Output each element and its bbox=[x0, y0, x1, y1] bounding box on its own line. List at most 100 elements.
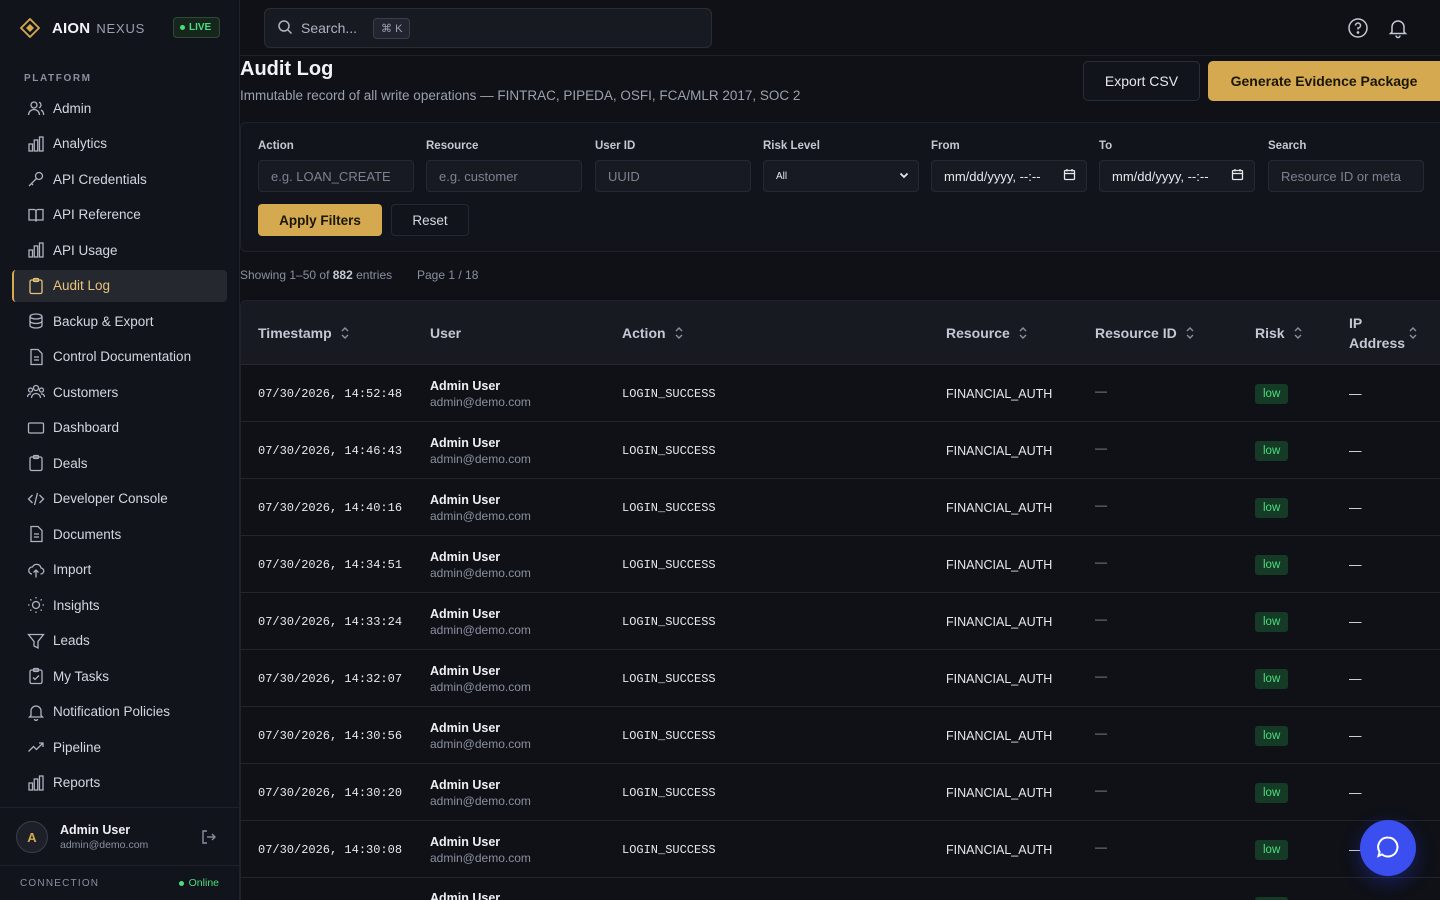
chat-button[interactable] bbox=[1360, 820, 1416, 876]
sidebar-item-insights[interactable]: Insights bbox=[12, 589, 227, 621]
export-csv-button[interactable]: Export CSV bbox=[1083, 61, 1200, 101]
ip-address-cell: — bbox=[1349, 443, 1362, 458]
column-header-timestamp[interactable]: Timestamp bbox=[258, 301, 350, 365]
table-row[interactable]: 07/30/2026, 14:52:48 Admin User admin@demo… bbox=[241, 365, 1440, 422]
column-header-resource[interactable]: Resource bbox=[946, 301, 1028, 365]
from-date-input[interactable]: mm/dd/yyyy, --:-- bbox=[931, 160, 1087, 192]
sidebar-item-import[interactable]: Import bbox=[12, 554, 227, 586]
table-row[interactable]: 07/30/2026, 14:30:56 Admin User admin@demo… bbox=[241, 707, 1440, 764]
timestamp-cell: 07/30/2026, 14:52:48 bbox=[258, 386, 403, 401]
search-filter-input[interactable]: Resource ID or meta bbox=[1268, 160, 1424, 192]
table-row[interactable]: 07/30/2026, 14:33:24 Admin User admin@demo… bbox=[241, 593, 1440, 650]
risk-cell: low bbox=[1255, 707, 1289, 764]
brand-subname: NEXUS bbox=[96, 20, 146, 36]
code-icon bbox=[26, 489, 46, 509]
lightbulb-icon bbox=[26, 595, 46, 615]
action-cell: LOGIN_SUCCESS bbox=[622, 842, 716, 857]
resource-id-cell: — bbox=[1095, 383, 1107, 398]
avatar[interactable]: A bbox=[16, 821, 48, 853]
calendar-icon[interactable] bbox=[1231, 168, 1244, 184]
sidebar-item-api-credentials[interactable]: API Credentials bbox=[12, 163, 227, 195]
column-header-action[interactable]: Action bbox=[622, 301, 684, 365]
sidebar-item-label: Dashboard bbox=[53, 420, 120, 435]
table-row[interactable]: 07/30/2026, 14:34:51 Admin User admin@demo… bbox=[241, 536, 1440, 593]
sidebar-item-leads[interactable]: Leads bbox=[12, 625, 227, 657]
action-cell: LOGIN_SUCCESS bbox=[622, 443, 716, 458]
file-icon bbox=[26, 347, 46, 367]
sidebar-item-documents[interactable]: Documents bbox=[12, 518, 227, 550]
sidebar-item-my-tasks[interactable]: My Tasks bbox=[12, 660, 227, 692]
calendar-icon[interactable] bbox=[1063, 168, 1076, 184]
table-row[interactable]: 07/30/2026, 14:46:43 Admin User admin@demo… bbox=[241, 422, 1440, 479]
sidebar-item-api-usage[interactable]: API Usage bbox=[12, 234, 227, 266]
sidebar-item-api-reference[interactable]: API Reference bbox=[12, 199, 227, 231]
ip-address-cell: — bbox=[1349, 785, 1362, 800]
table-row[interactable]: 07/30/2026, 14:30:08 Admin User admin@demo… bbox=[241, 821, 1440, 878]
help-icon[interactable] bbox=[1347, 17, 1369, 39]
sidebar-section-label: PLATFORM bbox=[24, 73, 92, 84]
sidebar-item-label: Admin bbox=[53, 100, 92, 116]
action-cell: LOGIN_SUCCESS bbox=[622, 671, 716, 686]
sort-icon[interactable] bbox=[1018, 326, 1028, 340]
sort-icon[interactable] bbox=[1185, 326, 1195, 340]
apply-filters-button[interactable]: Apply Filters bbox=[258, 204, 382, 236]
sidebar-item-deals[interactable]: Deals bbox=[12, 447, 227, 479]
risk-badge: low bbox=[1255, 668, 1289, 689]
sidebar-item-developer-console[interactable]: Developer Console bbox=[12, 483, 227, 515]
column-header-ip-address[interactable]: IP Address bbox=[1349, 301, 1418, 365]
user-name: Admin User bbox=[60, 823, 131, 837]
column-header-user[interactable]: User bbox=[430, 301, 461, 365]
column-header-label: Timestamp bbox=[258, 325, 332, 341]
global-search[interactable]: Search... ⌘ K bbox=[264, 8, 712, 48]
resource-cell: FINANCIAL_AUTH bbox=[946, 614, 1053, 629]
resource-cell: FINANCIAL_AUTH bbox=[946, 785, 1053, 800]
sidebar-item-control-documentation[interactable]: Control Documentation bbox=[12, 341, 227, 373]
clipboard-icon bbox=[26, 453, 46, 473]
sidebar-item-analytics[interactable]: Analytics bbox=[12, 128, 227, 160]
ip-address-cell: — bbox=[1349, 671, 1362, 686]
sort-icon[interactable] bbox=[340, 326, 350, 340]
risk-cell: low bbox=[1255, 650, 1289, 707]
risk-badge: low bbox=[1255, 497, 1289, 518]
sort-icon[interactable] bbox=[1293, 326, 1303, 340]
sidebar-item-backup-export[interactable]: Backup & Export bbox=[12, 305, 227, 337]
action-filter-input[interactable]: e.g. LOAN_CREATE bbox=[258, 160, 414, 192]
timestamp-cell: 07/30/2026, 14:34:51 bbox=[258, 557, 403, 572]
sort-icon[interactable] bbox=[674, 326, 684, 340]
sidebar-item-dashboard[interactable]: Dashboard bbox=[12, 412, 227, 444]
table-row[interactable]: 07/30/2026, 14:32:07 Admin User admin@demo… bbox=[241, 650, 1440, 707]
bell-icon[interactable] bbox=[1387, 17, 1409, 39]
risk-badge: low bbox=[1255, 611, 1289, 632]
column-header-resource-id[interactable]: Resource ID bbox=[1095, 301, 1195, 365]
user-profile[interactable]: A Admin User admin@demo.com bbox=[0, 807, 239, 865]
risk-level-select[interactable]: All bbox=[763, 160, 919, 192]
sidebar-item-admin[interactable]: Admin bbox=[12, 92, 227, 124]
sidebar-item-label: Pipeline bbox=[53, 739, 102, 755]
sidebar-item-reports[interactable]: Reports bbox=[12, 767, 227, 799]
user-id-filter-input[interactable]: UUID bbox=[595, 160, 751, 192]
to-date-input[interactable]: mm/dd/yyyy, --:-- bbox=[1099, 160, 1255, 192]
user-name: Admin User bbox=[430, 891, 501, 900]
sidebar-item-audit-log[interactable]: Audit Log bbox=[12, 269, 227, 302]
live-badge: LIVE bbox=[173, 17, 221, 38]
resource-filter-input[interactable]: e.g. customer bbox=[426, 160, 582, 192]
user-email: admin@demo.com bbox=[60, 839, 149, 851]
funnel-icon bbox=[26, 631, 46, 651]
logout-icon[interactable] bbox=[200, 828, 218, 846]
table-row[interactable]: Admin User low bbox=[241, 878, 1440, 900]
column-header-label: Resource ID bbox=[1095, 325, 1177, 341]
generate-evidence-button[interactable]: Generate Evidence Package bbox=[1208, 61, 1440, 101]
table-row[interactable]: 07/30/2026, 14:30:20 Admin User admin@demo… bbox=[241, 764, 1440, 821]
sidebar-item-notification-policies[interactable]: Notification Policies bbox=[12, 696, 227, 728]
sort-icon[interactable] bbox=[1408, 326, 1418, 340]
resource-id-cell: — bbox=[1095, 611, 1107, 626]
table-row[interactable]: 07/30/2026, 14:40:16 Admin User admin@demo… bbox=[241, 479, 1440, 536]
column-header-risk[interactable]: Risk bbox=[1255, 301, 1303, 365]
key-icon bbox=[26, 169, 46, 189]
timestamp-cell: 07/30/2026, 14:40:16 bbox=[258, 500, 403, 515]
sidebar-item-pipeline[interactable]: Pipeline bbox=[12, 731, 227, 763]
reset-filters-button[interactable]: Reset bbox=[391, 204, 469, 236]
user-cell: Admin User bbox=[430, 878, 500, 900]
sidebar-item-customers[interactable]: Customers bbox=[12, 376, 227, 408]
user-cell: Admin User admin@demo.com bbox=[430, 365, 531, 422]
